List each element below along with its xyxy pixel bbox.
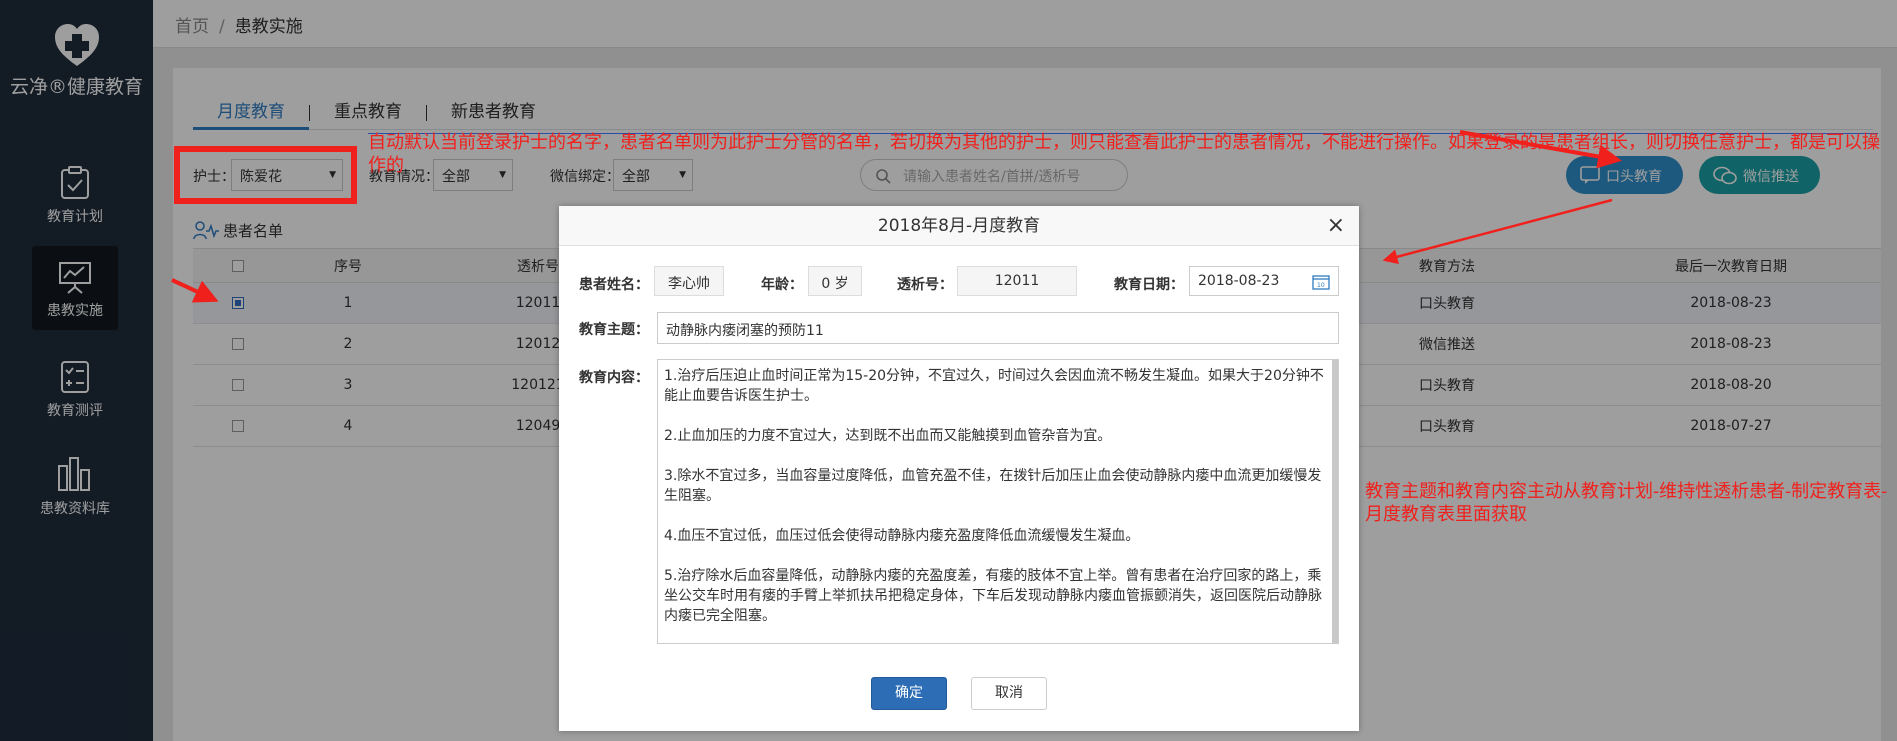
education-date-label: 教育日期： xyxy=(1114,277,1184,293)
patient-name-label: 患者姓名： xyxy=(579,277,649,293)
close-icon[interactable]: × xyxy=(1327,206,1345,246)
content-paragraph: 2.止血加压的力度不宜过大，达到既不出血而又能触摸到血管杂音为宜。 xyxy=(664,428,1112,444)
education-date-value: 2018-08-23 xyxy=(1198,273,1280,289)
topic-input[interactable]: 动静脉内瘘闭塞的预防11 xyxy=(657,312,1339,344)
education-date-input[interactable]: 2018-08-23 10 xyxy=(1189,266,1339,296)
age-label: 年龄： xyxy=(761,277,803,293)
svg-text:10: 10 xyxy=(1317,282,1325,289)
monthly-education-dialog: 2018年8月-月度教育 × 患者姓名： 李心帅 年龄： 0 岁 透析号： 12… xyxy=(559,206,1359,731)
content-paragraph: 5.治疗除水后血容量降低，动静脉内瘘的充盈度差，有瘘的肢体不宜上举。曾有患者在治… xyxy=(664,568,1322,624)
content-textarea[interactable]: 1.治疗后压迫止血时间正常为15-20分钟，不宜过久，时间过久会因血流不畅发生凝… xyxy=(657,359,1339,644)
dialysis-no-field: 12011 xyxy=(957,266,1077,296)
calendar-icon[interactable]: 10 xyxy=(1312,274,1330,290)
content-paragraph: 1.治疗后压迫止血时间正常为15-20分钟，不宜过久，时间过久会因血流不畅发生凝… xyxy=(664,368,1324,404)
confirm-button[interactable]: 确定 xyxy=(871,677,947,710)
content-paragraph: 4.血压不宜过低，血压过低会使得动静脉内瘘充盈度降低血流缓慢发生凝血。 xyxy=(664,528,1140,544)
age-field: 0 岁 xyxy=(808,266,862,296)
arrow-to-method-header xyxy=(1382,198,1613,265)
topic-label: 教育主题： xyxy=(579,322,649,338)
dialog-title: 2018年8月-月度教育 xyxy=(877,216,1041,236)
arrow-to-oral-button xyxy=(1459,130,1622,169)
content-paragraph: 3.除水不宜过多，当血容量过度降低，血管充盈不佳，在拨针后加压止血会使动静脉内瘘… xyxy=(664,468,1322,504)
cancel-button[interactable]: 取消 xyxy=(971,677,1047,710)
content-label: 教育内容： xyxy=(579,370,649,386)
dialysis-no-label: 透析号： xyxy=(897,277,953,293)
patient-name-field: 李心帅 xyxy=(654,266,724,296)
dialog-header: 2018年8月-月度教育 × xyxy=(559,206,1359,246)
content-scrollbar[interactable] xyxy=(1332,360,1338,643)
arrow-to-row-checkbox xyxy=(171,278,219,303)
